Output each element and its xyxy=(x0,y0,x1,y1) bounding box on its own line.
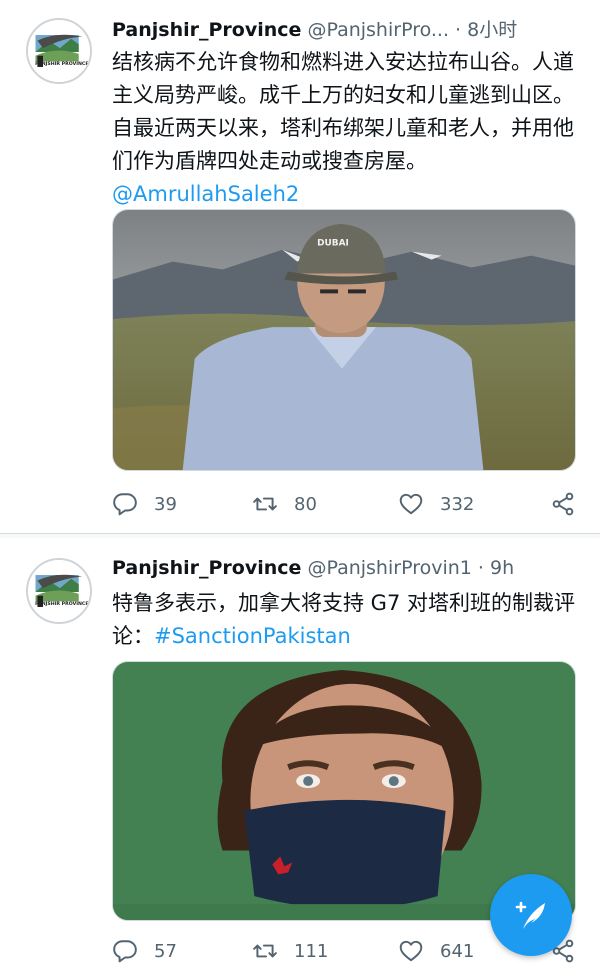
avatar[interactable]: PANJSHIR PROVINCE xyxy=(26,18,92,84)
retweet-button[interactable]: 111 xyxy=(252,933,328,969)
cap-logo-text: DUBAI xyxy=(317,239,349,249)
avatar-logo-text: PANJSHIR PROVINCE xyxy=(35,61,88,67)
retweet-button[interactable]: 80 xyxy=(252,486,317,522)
tweet-body: 结核病不允许食物和燃料进入安达拉布山谷。人道主义局势严峻。成千上万的妇女和儿童逃… xyxy=(112,50,574,173)
retweet-icon xyxy=(253,944,277,958)
reply-button[interactable]: 57 xyxy=(112,933,177,969)
tweet-card[interactable]: PANJSHIR PROVINCE Panjshir_Province @Pan… xyxy=(0,0,600,534)
reply-icon xyxy=(113,493,137,516)
photo-man-in-cap: DUBAI xyxy=(113,210,575,470)
reply-icon xyxy=(113,940,137,963)
timestamp[interactable]: 9h xyxy=(490,557,514,579)
like-count: 641 xyxy=(440,940,475,962)
separator-dot: · xyxy=(477,557,484,579)
like-button[interactable]: 332 xyxy=(398,486,474,522)
user-handle[interactable]: @PanjshirProvin1 xyxy=(307,557,471,579)
retweet-count: 80 xyxy=(294,493,317,515)
tweet-text: 结核病不允许食物和燃料进入安达拉布山谷。人道主义局势严峻。成千上万的妇女和儿童逃… xyxy=(112,46,582,211)
tweet-actions: 39 80 332 xyxy=(108,486,580,522)
display-name[interactable]: Panjshir_Province xyxy=(112,557,301,579)
hashtag-link[interactable]: #SanctionPakistan xyxy=(154,624,351,648)
tweet-photo[interactable]: DUBAI xyxy=(112,209,576,471)
retweet-count: 111 xyxy=(294,940,329,962)
retweet-icon xyxy=(253,497,277,511)
heart-icon xyxy=(399,940,423,962)
share-icon xyxy=(552,492,574,516)
heart-icon xyxy=(399,493,423,515)
tweet-text: 特鲁多表示，加拿大将支持 G7 对塔利班的制裁评论：#SanctionPakis… xyxy=(112,587,582,653)
tweet-header: Panjshir_Province @PanjshirProvin1 · 9h xyxy=(112,555,590,581)
avatar[interactable]: PANJSHIR PROVINCE xyxy=(26,558,92,624)
separator-dot: · xyxy=(455,19,462,41)
compose-tweet-button[interactable] xyxy=(490,874,572,956)
mention-link[interactable]: @AmrullahSaleh2 xyxy=(112,182,299,206)
tweet-header: Panjshir_Province @PanjshirPro... · 8小时 xyxy=(112,17,590,43)
reply-button[interactable]: 39 xyxy=(112,486,177,522)
province-logo-icon: PANJSHIR PROVINCE xyxy=(28,560,90,622)
reply-count: 57 xyxy=(154,940,177,962)
avatar-logo-text: PANJSHIR PROVINCE xyxy=(35,601,88,607)
like-button[interactable]: 641 xyxy=(398,933,474,969)
like-count: 332 xyxy=(440,493,475,515)
timestamp[interactable]: 8小时 xyxy=(467,19,517,41)
user-handle[interactable]: @PanjshirPro... xyxy=(307,19,449,41)
display-name[interactable]: Panjshir_Province xyxy=(112,19,301,41)
compose-tweet-icon xyxy=(515,901,545,929)
province-logo-icon: PANJSHIR PROVINCE xyxy=(28,20,90,82)
reply-count: 39 xyxy=(154,493,177,515)
share-button[interactable] xyxy=(550,486,576,522)
